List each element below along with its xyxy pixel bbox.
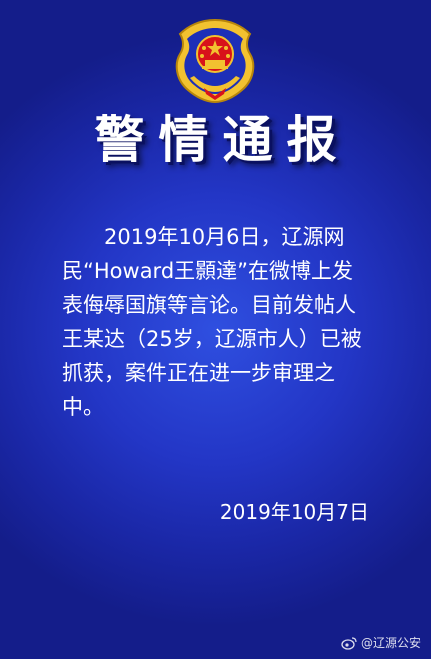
weibo-icon: [341, 636, 357, 650]
weibo-watermark: @辽源公安: [341, 634, 421, 651]
watermark-text: @辽源公安: [360, 636, 421, 650]
notice-date: 2019年10月7日: [219, 500, 369, 524]
notice-title: 警情通报: [94, 111, 351, 169]
police-badge-icon: [175, 18, 255, 104]
notice-body: 2019年10月6日，辽源网民“Howard王顥達”在微博上发表侮辱国旗等言论。…: [62, 220, 362, 424]
notice-paragraph: 2019年10月6日，辽源网民“Howard王顥達”在微博上发表侮辱国旗等言论。…: [62, 225, 362, 419]
